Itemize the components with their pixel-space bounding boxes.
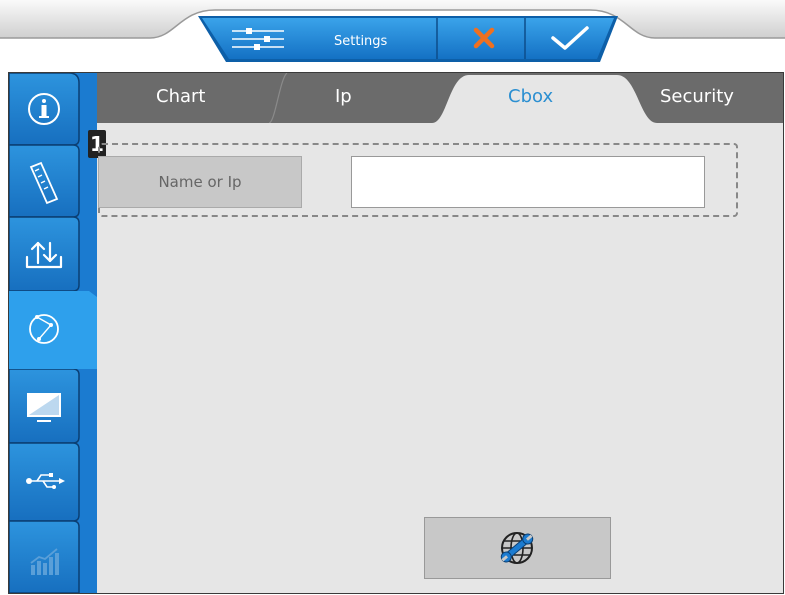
sidebar — [9, 73, 97, 593]
network-tools-button[interactable] — [424, 517, 611, 579]
tab-cbox[interactable]: Cbox — [508, 86, 553, 107]
sidebar-item-display[interactable] — [9, 369, 89, 437]
monitor-icon — [27, 393, 61, 422]
name-or-ip-input[interactable] — [351, 156, 705, 208]
sidebar-item-network[interactable] — [9, 293, 89, 361]
usb-icon — [26, 473, 65, 489]
globe-wrench-icon — [500, 532, 534, 564]
close-icon — [473, 27, 495, 49]
cancel-button[interactable] — [455, 18, 511, 62]
confirm-button[interactable] — [543, 18, 599, 62]
sidebar-item-ruler[interactable] — [9, 145, 89, 213]
check-icon — [551, 26, 589, 50]
tab-security[interactable]: Security — [660, 86, 734, 107]
sidebar-item-usb[interactable] — [9, 443, 89, 511]
tab-chart[interactable]: Chart — [156, 86, 205, 107]
chart-icon — [30, 548, 59, 575]
settings-title: Settings — [334, 34, 388, 49]
sliders-icon — [232, 28, 284, 50]
info-icon — [28, 93, 60, 125]
sidebar-item-chart[interactable] — [9, 521, 89, 589]
name-or-ip-button[interactable]: Name or Ip — [98, 156, 302, 208]
ruler-icon — [29, 161, 59, 205]
tab-ip[interactable]: Ip — [335, 86, 352, 107]
network-icon — [29, 314, 59, 344]
sidebar-item-transfer[interactable] — [9, 217, 89, 285]
settings-button[interactable] — [228, 18, 284, 62]
sidebar-item-info[interactable] — [9, 73, 89, 141]
upload-download-icon — [25, 241, 63, 269]
top-bar — [0, 0, 785, 62]
